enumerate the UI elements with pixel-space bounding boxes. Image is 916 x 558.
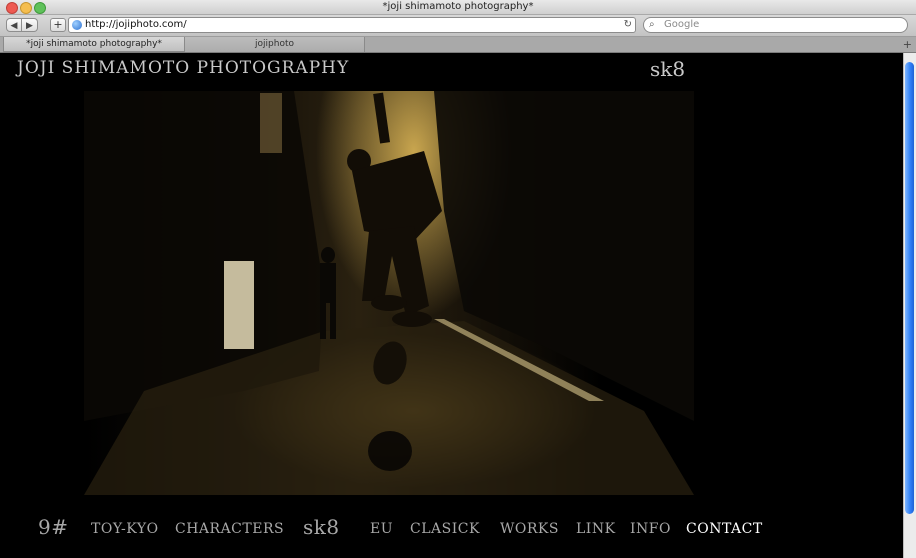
new-tab-icon[interactable]: + (903, 37, 912, 52)
nav-item-9[interactable]: 9# (38, 515, 68, 539)
nav-item-toy-kyo[interactable]: TOY-KYO (91, 521, 159, 537)
window-title: *joji shimamoto photography* (382, 1, 534, 12)
nav-item-works[interactable]: WORKS (500, 521, 559, 537)
search-field[interactable]: ⌕ Google (643, 17, 908, 33)
nav-item-characters[interactable]: CHARACTERS (175, 521, 284, 537)
add-bookmark-button[interactable]: + (50, 18, 66, 32)
url-text: http://jojiphoto.com/ (85, 19, 187, 30)
scrollbar-thumb[interactable] (905, 62, 914, 514)
photo-illustration (84, 91, 694, 495)
web-page: JOJI SHIMAMOTO PHOTOGRAPHY sk8 9# TOY-KY… (0, 53, 903, 558)
tab-joji-shimamoto[interactable]: *joji shimamoto photography* (3, 37, 185, 52)
browser-toolbar: ◀ ▶ + http://jojiphoto.com/ ↻ ⌕ Google (0, 15, 916, 37)
skateboarder-photo[interactable] (84, 91, 694, 495)
plus-icon: + (53, 18, 63, 31)
forward-button[interactable]: ▶ (22, 18, 38, 32)
tab-jojiphoto[interactable]: jojiphoto (185, 37, 365, 52)
back-arrow-icon: ◀ (10, 21, 18, 31)
nav-item-link[interactable]: LINK (576, 521, 616, 537)
nav-item-sk8[interactable]: sk8 (303, 515, 340, 539)
nav-item-clasick[interactable]: CLASICK (410, 521, 480, 537)
globe-icon (72, 20, 82, 30)
window-titlebar: *joji shimamoto photography* (0, 0, 916, 15)
tab-bar: *joji shimamoto photography* jojiphoto + (0, 37, 916, 53)
search-placeholder: Google (664, 19, 700, 30)
forward-arrow-icon: ▶ (26, 21, 33, 31)
nav-item-contact[interactable]: CONTACT (686, 521, 763, 537)
site-title[interactable]: JOJI SHIMAMOTO PHOTOGRAPHY (17, 58, 349, 78)
nav-item-eu[interactable]: EU (370, 521, 393, 537)
main-nav: 9# TOY-KYO CHARACTERS sk8 EU CLASICK WOR… (0, 515, 903, 551)
section-title: sk8 (650, 57, 686, 81)
reload-icon[interactable]: ↻ (624, 18, 632, 32)
nav-item-info[interactable]: INFO (630, 521, 671, 537)
address-bar[interactable]: http://jojiphoto.com/ ↻ (68, 17, 636, 33)
search-icon: ⌕ (649, 19, 655, 30)
back-button[interactable]: ◀ (6, 18, 22, 32)
